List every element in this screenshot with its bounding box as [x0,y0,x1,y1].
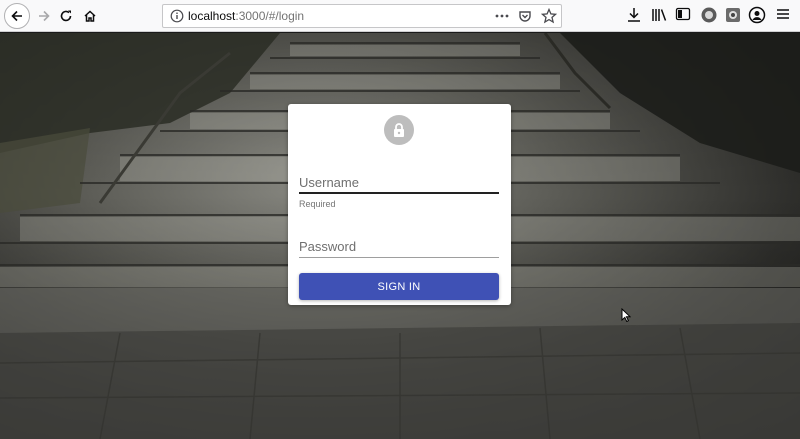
reload-icon [60,10,72,22]
library-icon[interactable] [651,6,669,24]
url-path: :3000/#/login [235,9,305,23]
info-icon[interactable] [170,9,184,23]
url-host: localhost [188,9,236,23]
forward-arrow-icon [39,10,50,22]
home-button[interactable] [78,4,102,28]
username-field: Required [299,172,499,209]
reload-button[interactable] [54,4,78,28]
lock-avatar [384,115,414,145]
sidebar-icon[interactable] [675,6,691,22]
username-helper-text: Required [299,199,336,209]
extension-icon[interactable] [700,6,718,24]
extension-icon[interactable] [748,6,766,24]
password-input[interactable] [299,236,499,258]
star-icon[interactable] [541,8,557,24]
extension-icon[interactable] [724,6,742,24]
home-icon [84,10,96,22]
ellipsis-icon[interactable] [494,9,510,23]
forward-button[interactable] [32,4,56,28]
back-button[interactable] [4,3,30,29]
lock-icon [394,123,404,137]
pocket-icon[interactable] [518,9,532,23]
url-text[interactable]: localhost:3000/#/login [188,9,304,24]
login-card: Required SIGN IN [288,104,511,305]
username-input[interactable] [299,172,499,194]
sign-in-button[interactable]: SIGN IN [299,273,499,300]
hamburger-menu-icon[interactable] [775,6,791,22]
password-field [299,236,499,258]
mouse-cursor-icon [621,308,631,322]
browser-toolbar: localhost:3000/#/login [0,0,800,32]
back-arrow-icon [11,10,22,22]
url-bar[interactable]: localhost:3000/#/login [162,4,562,28]
download-icon[interactable] [626,6,642,24]
